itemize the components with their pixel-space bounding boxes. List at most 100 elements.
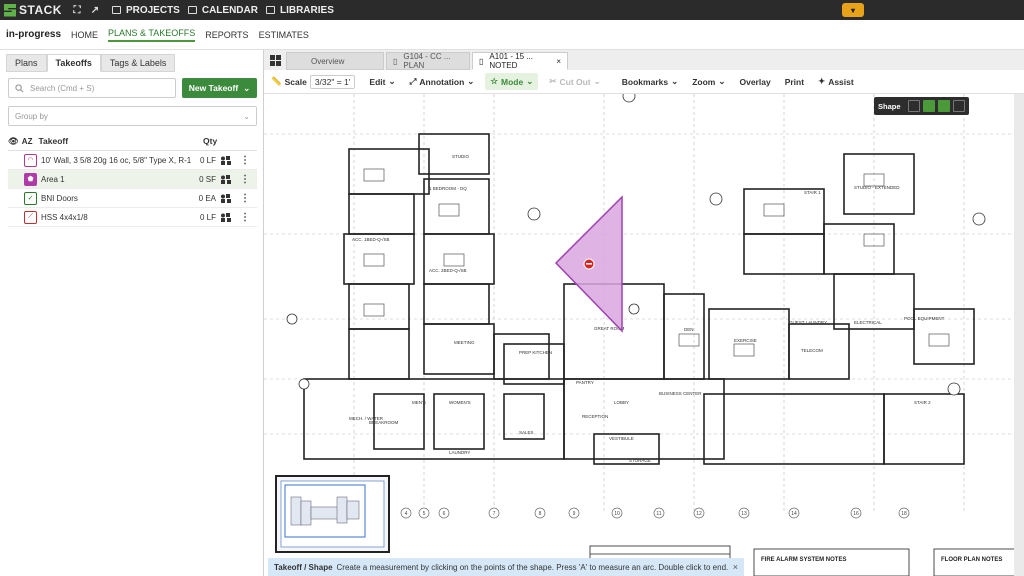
nav-projects-label: PROJECTS (125, 4, 180, 16)
column-qty[interactable]: Qty (203, 136, 217, 146)
scale-select[interactable]: 3/32" = 1' (309, 74, 356, 89)
draw-shape-icon[interactable] (907, 100, 920, 112)
svg-text:STAIR 2: STAIR 2 (914, 400, 931, 405)
area-icon: ⬟ (24, 172, 37, 186)
annotation-menu[interactable]: ⤢ Annotation ⌄ (410, 76, 475, 87)
sparkle-icon: ✦ (818, 76, 826, 86)
svg-text:POOL EQUIPMENT: POOL EQUIPMENT (904, 316, 945, 321)
more-options-icon[interactable]: ⋮ (240, 174, 250, 185)
nav-home[interactable]: HOME (71, 30, 98, 40)
search-input[interactable]: Search (Cmd + S) (8, 78, 176, 98)
angle-mode-icon[interactable] (952, 100, 965, 112)
svg-text:13: 13 (741, 511, 747, 517)
zoom-menu[interactable]: Zoom ⌄ (692, 76, 725, 87)
bookmarks-label: Bookmarks (621, 76, 669, 87)
hint-title: Takeoff / Shape (274, 562, 333, 572)
more-options-icon[interactable]: ⋮ (240, 212, 250, 223)
line-mode-icon[interactable] (937, 100, 950, 112)
zoom-label: Zoom (692, 76, 716, 87)
edit-label: Edit (369, 76, 386, 87)
minimap-preview (280, 480, 385, 548)
nav-estimates[interactable]: ESTIMATES (259, 30, 309, 40)
takeoff-qty: 0 LF (199, 212, 216, 222)
svg-text:ACC. 1BED-Q-/SB: ACC. 1BED-Q-/SB (352, 237, 390, 242)
nav-plans-takeoffs[interactable]: PLANS & TAKEOFFS (108, 28, 196, 42)
tab-label: G104 - CC ... PLAN (403, 52, 451, 70)
new-takeoff-button[interactable]: New Takeoff ⌄ (182, 78, 257, 98)
assist-label: Assist (828, 76, 854, 87)
nav-calendar[interactable]: CALENDAR (187, 5, 258, 16)
overlay-label: Overlay (739, 76, 771, 87)
takeoff-name: Area 1 (41, 174, 65, 184)
chevron-down-icon: ⌄ (718, 76, 726, 86)
logo-text: STACK (19, 3, 62, 17)
tab-g104[interactable]: ▯ G104 - CC ... PLAN (386, 52, 470, 70)
svg-text:16: 16 (853, 511, 859, 517)
svg-text:4: 4 (405, 511, 408, 517)
annotation-label: Annotation (419, 76, 465, 87)
new-takeoff-label: New Takeoff (188, 83, 239, 93)
tab-plans[interactable]: Plans (6, 54, 47, 72)
svg-text:GUEST LAUNDRY: GUEST LAUNDRY (789, 320, 827, 325)
mode-label: Mode (501, 76, 524, 87)
polygon-mode-icon[interactable] (922, 100, 935, 112)
vertical-scrollbar[interactable] (1014, 94, 1024, 576)
close-icon[interactable]: × (733, 562, 738, 572)
takeoff-row[interactable]: ⟋ HSS 4x4x1/8 0 LF ⋮ (8, 208, 257, 227)
svg-text:MEETING: MEETING (454, 340, 475, 345)
nav-projects[interactable]: PROJECTS (111, 4, 180, 16)
close-icon[interactable]: × (556, 57, 561, 66)
projects-icon (111, 6, 121, 14)
user-menu-hardhat-icon[interactable]: ▾ (842, 3, 864, 17)
takeoff-row[interactable]: ⬟ Area 1 0 SF ⋮ (8, 170, 257, 189)
svg-text:STUDIO: STUDIO (452, 154, 470, 159)
svg-text:LOBBY: LOBBY (614, 400, 629, 405)
stack-logo[interactable]: STACK (0, 3, 68, 17)
bookmarks-menu[interactable]: Bookmarks ⌄ (622, 76, 678, 87)
tab-a101[interactable]: ▯ A101 - 15 ... NOTED × (472, 52, 568, 70)
stack-logo-icon (4, 3, 16, 17)
scale-control[interactable]: 📏 Scale 3/32" = 1' (271, 74, 356, 89)
assist-button[interactable]: ✦ Assist (818, 76, 854, 87)
edit-menu[interactable]: Edit ⌄ (369, 76, 395, 87)
tab-overview[interactable]: Overview (286, 52, 384, 70)
takeoff-panel: Plans Takeoffs Tags & Labels Search (Cmd… (0, 50, 264, 576)
print-label: Print (784, 76, 805, 87)
external-link-icon[interactable]: ↗ (88, 3, 102, 17)
more-options-icon[interactable]: ⋮ (240, 193, 250, 204)
sort-az-icon[interactable]: AZ (22, 137, 33, 146)
takeoff-row[interactable]: ◠ 10' Wall, 3 5/8 20g 16 oc, 5/8" Type X… (8, 151, 257, 170)
linear-icon: ⟋ (24, 210, 37, 224)
assembly-icon (221, 212, 231, 222)
takeoff-row[interactable]: ✓ BNI Doors 0 EA ⋮ (8, 189, 257, 208)
annotation-icon: ⤢ (409, 76, 417, 86)
expand-icon[interactable]: ⛶ (70, 3, 84, 17)
panel-tabs: Plans Takeoffs Tags & Labels (6, 54, 176, 72)
tab-tags-labels[interactable]: Tags & Labels (100, 54, 176, 72)
tab-label: A101 - 15 ... NOTED (489, 52, 533, 70)
ruler-icon: 📏 (271, 76, 282, 86)
nav-reports[interactable]: REPORTS (205, 30, 248, 40)
project-name: in-progress (6, 29, 62, 40)
column-takeoff[interactable]: Takeoff (38, 136, 68, 146)
visibility-eye-icon[interactable]: 👁 (8, 136, 19, 147)
nav-libraries[interactable]: LIBRARIES (265, 5, 334, 16)
assembly-icon (221, 174, 231, 184)
mode-menu[interactable]: ☆ Mode ⌄ (485, 73, 539, 90)
chevron-down-icon: ⌄ (243, 82, 251, 93)
plan-minimap[interactable] (275, 475, 390, 553)
more-options-icon[interactable]: ⋮ (240, 155, 250, 166)
takeoff-name: BNI Doors (41, 193, 78, 203)
grid-view-icon[interactable] (264, 50, 286, 70)
svg-text:VESTIBULE: VESTIBULE (609, 436, 634, 441)
print-button[interactable]: Print (785, 77, 804, 87)
svg-text:RECEPTION: RECEPTION (582, 414, 608, 419)
svg-text:DEN: DEN (684, 327, 694, 332)
floor-plan-notes-title: FLOOR PLAN NOTES (941, 557, 1002, 563)
group-by-select[interactable]: Group by ⌄ (8, 106, 257, 126)
tab-takeoffs[interactable]: Takeoffs (46, 54, 101, 72)
cut-out-menu[interactable]: ✂ Cut Out ⌄ (549, 76, 600, 87)
search-placeholder: Search (Cmd + S) (30, 83, 95, 93)
overlay-button[interactable]: Overlay (739, 77, 770, 87)
assembly-icon (221, 155, 231, 165)
